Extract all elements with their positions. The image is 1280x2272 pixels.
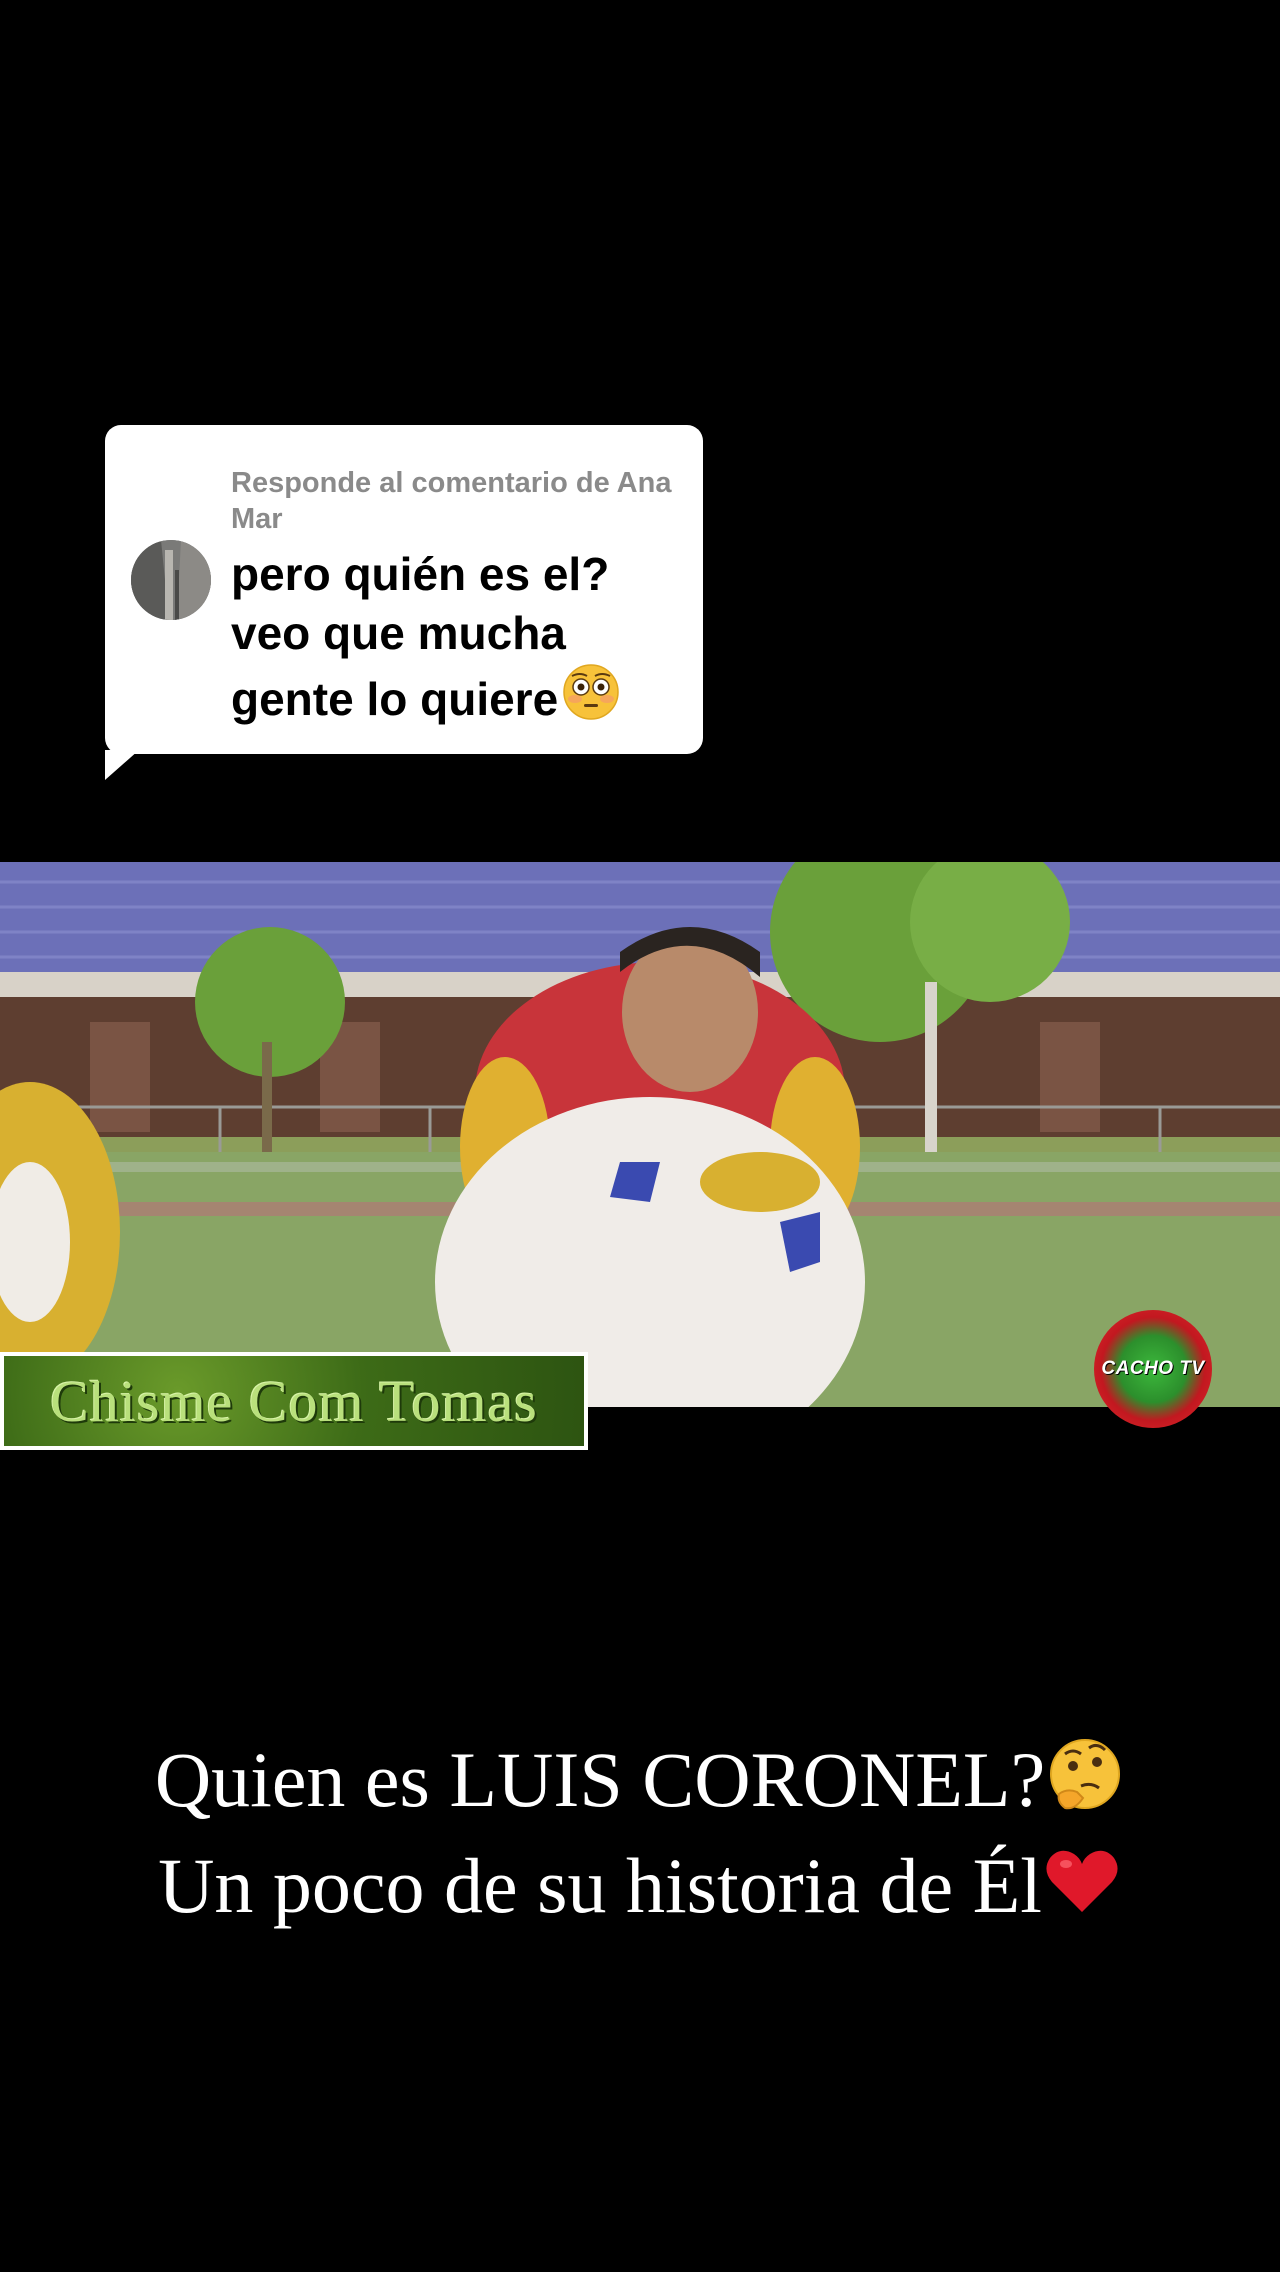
reply-comment-body: pero quién es el? veo que mucha gente lo… [231,548,610,725]
channel-watermark-left: Chisme Com Tomas [0,1352,588,1450]
video-player[interactable] [0,862,1280,1407]
flushed-face-icon [562,663,620,735]
watermark-left-text: Chisme Com Tomas [50,1368,538,1434]
thinking-face-icon [1045,1736,1125,1838]
video-frame-illustration [0,862,1280,1407]
reply-comment-card[interactable]: Responde al comentario de Ana Mar pero q… [105,425,703,754]
video-caption: Quien es LUIS CORONEL? Un poco de su his… [0,1732,1280,1944]
caption-line-2: Un poco de su historia de Él [0,1838,1280,1944]
commenter-avatar[interactable] [131,540,211,620]
reply-comment-text: pero quién es el? veo que mucha gente lo… [231,545,691,735]
red-heart-icon [1042,1842,1122,1944]
reply-header: Responde al comentario de Ana Mar [231,467,672,535]
reply-card-tail [105,750,139,780]
watermark-left-background: Chisme Com Tomas [4,1356,584,1446]
caption-line-1-text: Quien es LUIS CORONEL? [154,1736,1046,1823]
caption-line-1: Quien es LUIS CORONEL? [0,1732,1280,1838]
logo-badge-text: CACHO TV [1101,1358,1205,1379]
caption-line-2-text: Un poco de su historia de Él [158,1842,1042,1929]
channel-logo-badge: CACHO TV [1094,1310,1212,1428]
